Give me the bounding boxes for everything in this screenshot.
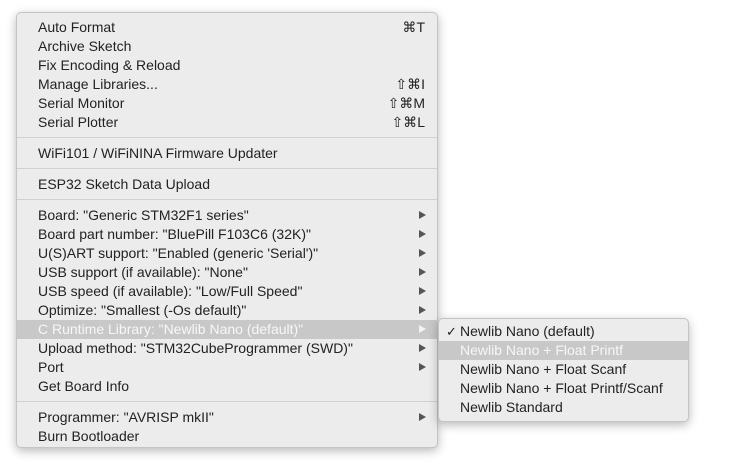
menu-item-esp32-sketch-data-upload[interactable]: ESP32 Sketch Data Upload xyxy=(17,175,437,194)
submenu-item-label: Newlib Nano + Float Scanf xyxy=(460,361,627,377)
menu-item-upload-method[interactable]: Upload method: "STM32CubeProgrammer (SWD… xyxy=(17,339,437,358)
menu-item-label: Archive Sketch xyxy=(38,38,132,54)
menu-item-port[interactable]: Port xyxy=(17,358,437,377)
menu-item-label: Fix Encoding & Reload xyxy=(38,57,181,73)
menu-item-optimize[interactable]: Optimize: "Smallest (-Os default)" xyxy=(17,301,437,320)
submenu-item-newlib-nano-float-printf-scanf[interactable]: Newlib Nano + Float Printf/Scanf xyxy=(439,379,688,398)
menu-item-label: Auto Format xyxy=(38,19,116,35)
submenu-arrow-icon xyxy=(419,306,426,314)
keyboard-shortcut: ⇧⌘M xyxy=(387,95,425,111)
menu-separator xyxy=(17,401,437,402)
menu-item-manage-libraries[interactable]: Manage Libraries... ⇧⌘I xyxy=(17,75,437,94)
menu-item-label: Board part number: "BluePill F103C6 (32K… xyxy=(38,226,311,242)
submenu-item-label: Newlib Nano + Float Printf/Scanf xyxy=(460,380,663,396)
menu-item-label: Manage Libraries... xyxy=(38,76,158,92)
submenu-item-newlib-nano-default[interactable]: ✓ Newlib Nano (default) xyxy=(439,322,688,341)
menu-item-label: C Runtime Library: "Newlib Nano (default… xyxy=(38,321,304,337)
menu-item-burn-bootloader[interactable]: Burn Bootloader xyxy=(17,427,437,446)
menu-item-c-runtime-library[interactable]: C Runtime Library: "Newlib Nano (default… xyxy=(17,320,437,339)
submenu-arrow-icon xyxy=(419,413,426,421)
menu-item-archive-sketch[interactable]: Archive Sketch xyxy=(17,37,437,56)
submenu-arrow-icon xyxy=(419,287,426,295)
menu-item-label: Upload method: "STM32CubeProgrammer (SWD… xyxy=(38,340,353,356)
menu-item-label: USB support (if available): "None" xyxy=(38,264,248,280)
menu-separator xyxy=(17,199,437,200)
menu-item-get-board-info[interactable]: Get Board Info xyxy=(17,377,437,396)
menu-item-label: USB speed (if available): "Low/Full Spee… xyxy=(38,283,303,299)
submenu-arrow-icon xyxy=(419,249,426,257)
menu-item-label: Serial Monitor xyxy=(38,95,125,111)
menu-separator xyxy=(17,168,437,169)
menu-item-fix-encoding-reload[interactable]: Fix Encoding & Reload xyxy=(17,56,437,75)
menu-item-u-s-art-support[interactable]: U(S)ART support: "Enabled (generic 'Seri… xyxy=(17,244,437,263)
submenu-arrow-icon xyxy=(419,363,426,371)
menu-item-label: Programmer: "AVRISP mkII" xyxy=(38,409,214,425)
menu-separator xyxy=(17,137,437,138)
menu-item-label: Burn Bootloader xyxy=(38,428,140,444)
menu-item-label: Port xyxy=(38,359,64,375)
submenu-arrow-icon xyxy=(419,211,426,219)
submenu-item-newlib-nano-float-printf[interactable]: Newlib Nano + Float Printf xyxy=(439,341,688,360)
menu-item-serial-plotter[interactable]: Serial Plotter ⇧⌘L xyxy=(17,113,437,132)
submenu-arrow-icon xyxy=(419,325,426,333)
keyboard-shortcut: ⇧⌘L xyxy=(391,114,425,130)
tools-menu: Auto Format ⌘T Archive Sketch Fix Encoding … xyxy=(16,12,438,448)
menu-item-usb-support-if-available[interactable]: USB support (if available): "None" xyxy=(17,263,437,282)
menu-item-label: ESP32 Sketch Data Upload xyxy=(38,176,210,192)
keyboard-shortcut: ⇧⌘I xyxy=(395,76,425,92)
submenu-item-newlib-nano-float-scanf[interactable]: Newlib Nano + Float Scanf xyxy=(439,360,688,379)
menu-item-label: WiFi101 / WiFiNINA Firmware Updater xyxy=(38,145,278,161)
submenu-item-newlib-standard[interactable]: Newlib Standard xyxy=(439,398,688,417)
submenu-arrow-icon xyxy=(419,230,426,238)
menu-item-label: Get Board Info xyxy=(38,378,130,394)
menu-item-label: Serial Plotter xyxy=(38,114,119,130)
c-runtime-library-submenu: ✓ Newlib Nano (default) Newlib Nano + Floa… xyxy=(438,318,689,422)
menu-item-board[interactable]: Board: "Generic STM32F1 series" xyxy=(17,206,437,225)
menu-item-label: Board: "Generic STM32F1 series" xyxy=(38,207,249,223)
menu-item-wifi101-wifinina-firmware-updater[interactable]: WiFi101 / WiFiNINA Firmware Updater xyxy=(17,144,437,163)
menu-item-label: Optimize: "Smallest (-Os default)" xyxy=(38,302,247,318)
menu-item-board-part-number[interactable]: Board part number: "BluePill F103C6 (32K… xyxy=(17,225,437,244)
menu-item-programmer[interactable]: Programmer: "AVRISP mkII" xyxy=(17,408,437,427)
checkmark-icon: ✓ xyxy=(446,324,457,339)
menu-item-label: U(S)ART support: "Enabled (generic 'Seri… xyxy=(38,245,319,261)
menu-item-serial-monitor[interactable]: Serial Monitor ⇧⌘M xyxy=(17,94,437,113)
submenu-item-label: Newlib Standard xyxy=(460,399,563,415)
submenu-arrow-icon xyxy=(419,268,426,276)
submenu-item-label: Newlib Nano (default) xyxy=(460,323,595,339)
keyboard-shortcut: ⌘T xyxy=(402,19,425,35)
menu-item-auto-format[interactable]: Auto Format ⌘T xyxy=(17,18,437,37)
submenu-item-label: Newlib Nano + Float Printf xyxy=(460,342,624,358)
submenu-arrow-icon xyxy=(419,344,426,352)
menu-item-usb-speed-if-available[interactable]: USB speed (if available): "Low/Full Spee… xyxy=(17,282,437,301)
